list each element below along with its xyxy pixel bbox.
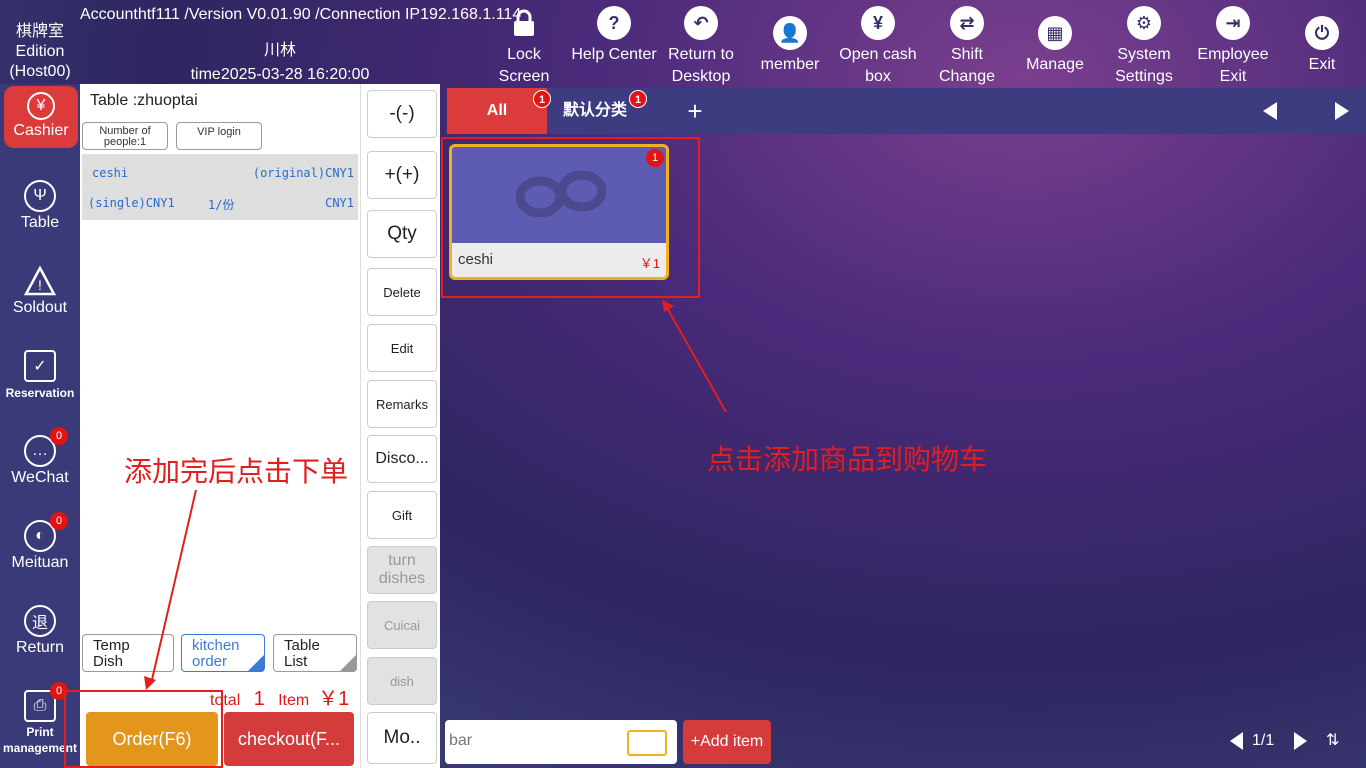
brand-label: 棋牌室 Edition (Host00)	[0, 22, 80, 82]
edit-button[interactable]: Edit	[367, 324, 437, 372]
page-number: 1/1	[1252, 732, 1275, 749]
left-nav: ¥ Cashier Ψ Table ! Soldout ✓ Reservatio…	[0, 84, 80, 768]
employee-exit-icon: ⇥	[1216, 6, 1250, 40]
return-to-desktop-button[interactable]: ↶ Return to Desktop	[656, 6, 746, 90]
annotation-box-order	[64, 690, 223, 768]
delete-button[interactable]: Delete	[367, 268, 437, 316]
exit-button[interactable]: ⏻ Exit	[1277, 6, 1366, 90]
temp-dish-button[interactable]: Temp Dish	[82, 634, 174, 672]
current-time: time2025-03-28 16:20:00	[190, 66, 370, 83]
pager: 1/1 ⇅	[1228, 730, 1364, 754]
search-input[interactable]	[449, 728, 609, 754]
remarks-button[interactable]: Remarks	[367, 380, 437, 428]
nav-reservation[interactable]: ✓ Reservation	[0, 342, 80, 424]
table-list-toggle[interactable]: Table List	[273, 634, 357, 672]
order-item-total: CNY1	[325, 196, 354, 210]
cash-box-icon: ¥	[861, 6, 895, 40]
manage-button[interactable]: ▦ Manage	[1010, 6, 1100, 90]
manage-icon: ▦	[1038, 16, 1072, 50]
checked-corner-icon	[248, 655, 264, 671]
table-name: Table :zhuoptai	[90, 92, 198, 109]
vip-login-button[interactable]: VIP login	[176, 122, 262, 150]
warning-icon: !	[24, 265, 56, 297]
return-money-icon: 退	[24, 605, 56, 637]
top-bar: 棋牌室 Edition (Host00) Accounthtf111 /Vers…	[0, 0, 1366, 90]
system-settings-button[interactable]: ⚙ System Settings	[1099, 6, 1189, 90]
kitchen-order-toggle[interactable]: kitchen order	[181, 634, 265, 672]
category-prev-icon[interactable]	[1263, 102, 1277, 120]
brand-line-3: (Host00)	[9, 63, 71, 80]
unchecked-corner-icon	[340, 655, 356, 671]
member-icon: 👤	[773, 16, 807, 50]
order-panel: Table :zhuoptai Number of people:1 VIP l…	[80, 84, 360, 768]
order-item-original-price: (original)CNY1	[252, 166, 354, 180]
checkout-button[interactable]: checkout(F...	[224, 712, 354, 766]
power-icon: ⏻	[1305, 16, 1339, 50]
keyboard-icon[interactable]	[627, 730, 667, 756]
wechat-badge: 0	[50, 427, 68, 445]
meituan-badge: 0	[50, 512, 68, 530]
sort-icon[interactable]: ⇅	[1326, 730, 1339, 750]
decrease-button[interactable]: -(-)	[367, 90, 437, 138]
category-default-badge: 1	[629, 90, 647, 108]
annotation-click-to-add: 点击添加商品到购物车	[707, 444, 988, 475]
svg-text:!: !	[38, 277, 42, 293]
printer-icon: ⎙ 0	[24, 682, 68, 722]
people-count-button[interactable]: Number of people:1	[82, 122, 168, 150]
account-info: Accounthtf111 /Version V0.01.90 /Connect…	[80, 6, 522, 23]
quantity-button[interactable]: Qty	[367, 210, 437, 258]
cuicai-button[interactable]: Cuicai	[367, 601, 437, 649]
brand-line-1: 棋牌室	[15, 23, 64, 40]
nav-meituan[interactable]: ◐ 0 Meituan	[0, 512, 80, 594]
order-item-row[interactable]: ceshi (original)CNY1 (single)CNY1 1/份 CN…	[82, 154, 358, 220]
category-next-icon[interactable]	[1335, 102, 1349, 120]
help-center-button[interactable]: ? Help Center	[568, 6, 660, 90]
meituan-icon: ◐ 0	[24, 512, 68, 552]
turn-dishes-button[interactable]: turn dishes	[367, 546, 437, 594]
category-all-tab[interactable]: All 1	[447, 88, 551, 134]
order-total: total 1 Item ￥1	[210, 688, 350, 710]
fork-knife-icon: Ψ	[24, 180, 56, 212]
member-button[interactable]: 👤 member	[745, 6, 835, 90]
yen-icon: ¥	[27, 92, 55, 120]
nav-cashier[interactable]: ¥ Cashier	[4, 86, 78, 148]
nav-return[interactable]: 退 Return	[0, 597, 80, 679]
settings-icon: ⚙	[1127, 6, 1161, 40]
order-item-name: ceshi	[92, 166, 129, 180]
clipboard-check-icon: ✓	[24, 350, 56, 382]
category-default-tab[interactable]: 默认分类 1	[547, 88, 647, 134]
order-item-single-price: (single)CNY1	[88, 196, 175, 210]
nav-wechat[interactable]: … 0 WeChat	[0, 427, 80, 509]
increase-button[interactable]: +(+)	[367, 151, 437, 199]
action-column: -(-) +(+) Qty Delete Edit Remarks Disco.…	[360, 84, 440, 768]
prev-page-icon[interactable]	[1230, 732, 1243, 750]
nav-table[interactable]: Ψ Table	[0, 172, 80, 254]
dish-button[interactable]: dish	[367, 657, 437, 705]
lock-screen-button[interactable]: Lock Screen	[479, 6, 569, 90]
return-icon: ↶	[684, 6, 718, 40]
brand-line-2: Edition	[15, 43, 65, 60]
shift-change-button[interactable]: ⇄ Shift Change	[922, 6, 1012, 90]
order-item-qty: 1/份	[208, 198, 235, 212]
discount-button[interactable]: Disco...	[367, 435, 437, 483]
employee-exit-button[interactable]: ⇥ Employee Exit	[1188, 6, 1278, 90]
search-box	[445, 720, 677, 764]
lock-icon	[507, 6, 541, 40]
shift-change-icon: ⇄	[950, 6, 984, 40]
open-cash-box-button[interactable]: ¥ Open cash box	[833, 6, 923, 90]
help-icon: ?	[597, 6, 631, 40]
add-category-button[interactable]: +	[675, 88, 715, 134]
add-item-button[interactable]: +Add item	[683, 720, 771, 764]
category-bar: All 1 默认分类 1 +	[447, 88, 1366, 134]
annotation-box-product	[441, 137, 700, 298]
wechat-icon: … 0	[24, 427, 68, 467]
nav-soldout[interactable]: ! Soldout	[0, 257, 80, 339]
next-page-icon[interactable]	[1294, 732, 1307, 750]
gift-button[interactable]: Gift	[367, 491, 437, 539]
more-button[interactable]: Mo..	[367, 712, 437, 764]
shop-name: 川林	[263, 42, 296, 59]
annotation-add-then-order: 添加完后点击下单	[124, 456, 349, 487]
